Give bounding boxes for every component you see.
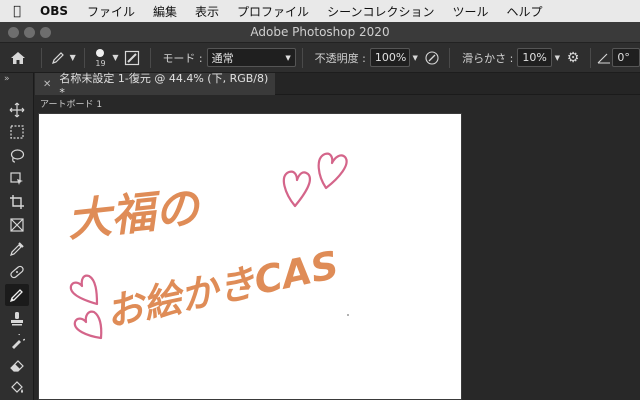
- drawing-layer: 大福の お絵かきCAS: [65, 152, 349, 340]
- history-brush-icon[interactable]: [5, 331, 29, 353]
- angle-input[interactable]: 0°: [612, 48, 640, 67]
- menubar:  OBS ファイル 編集 表示 プロファイル シーンコレクション ツール ヘル…: [0, 0, 640, 22]
- artboard-label: アートボード 1: [40, 100, 103, 110]
- chevron-down-icon[interactable]: ▼: [410, 54, 421, 62]
- angle-value: 0°: [617, 51, 630, 64]
- chevron-down-icon: ▼: [285, 53, 291, 62]
- drawing-line-2: お絵かきCAS: [102, 243, 343, 335]
- smoothing-value: 10%: [522, 51, 547, 64]
- menu-edit[interactable]: 編集: [144, 3, 186, 20]
- separator: [149, 47, 151, 68]
- separator: [83, 47, 85, 68]
- paint-bucket-icon[interactable]: [5, 377, 29, 399]
- opacity-input[interactable]: 100%: [369, 48, 410, 67]
- heart-icon: [69, 274, 99, 306]
- brush-tip-icon: [96, 48, 105, 57]
- heart-icon: [282, 170, 312, 208]
- heart-icon: [73, 310, 103, 340]
- stray-dot: [347, 314, 349, 316]
- document-tabbar: ✕ 名称未設定 1-復元 @ 44.4% (下, RGB/8) *: [35, 72, 640, 99]
- object-select-icon[interactable]: [5, 168, 29, 190]
- close-tab-icon[interactable]: ✕: [43, 79, 51, 90]
- menu-help[interactable]: ヘルプ: [497, 3, 551, 20]
- mode-value: 通常: [211, 51, 234, 65]
- workspace: アートボード 1 大福の お絵かきCAS: [35, 95, 640, 400]
- smoothing-label: 滑らかさ :: [462, 51, 514, 65]
- window-titlebar: Adobe Photoshop 2020: [0, 22, 640, 43]
- eyedropper-icon[interactable]: [5, 238, 29, 260]
- menu-app-name[interactable]: OBS: [34, 4, 78, 18]
- brush-icon[interactable]: [5, 284, 29, 306]
- opacity-label: 不透明度 :: [314, 51, 366, 65]
- crop-icon[interactable]: [5, 191, 29, 213]
- canvas[interactable]: 大福の お絵かきCAS: [38, 113, 462, 400]
- frame-icon[interactable]: [5, 214, 29, 236]
- pencil-preset-icon[interactable]: [48, 51, 67, 65]
- separator: [449, 47, 451, 68]
- options-bar: ▼ 19 ▼ モード : 通常 ▼ 不透明度 : 100% ▼ 滑らかさ : 1…: [0, 43, 640, 73]
- lasso-icon[interactable]: [5, 145, 29, 167]
- tools-panel: »: [0, 73, 34, 400]
- mode-label: モード :: [162, 51, 203, 65]
- smoothing-input[interactable]: 10%: [517, 48, 552, 67]
- drawing-line-1: 大福の: [65, 182, 205, 247]
- chevron-down-icon[interactable]: ▼: [552, 54, 563, 62]
- chevron-down-icon[interactable]: ▼: [110, 53, 121, 62]
- chevron-down-icon[interactable]: ▼: [67, 53, 78, 62]
- opacity-value: 100%: [374, 51, 407, 64]
- move-icon[interactable]: [5, 99, 29, 121]
- panel-collapse-icon[interactable]: »: [4, 74, 10, 84]
- menu-profile[interactable]: プロファイル: [228, 3, 318, 20]
- healing-brush-icon[interactable]: [5, 261, 29, 283]
- menu-view[interactable]: 表示: [186, 3, 228, 20]
- separator: [301, 47, 303, 68]
- menu-scene-collection[interactable]: シーンコレクション: [318, 3, 443, 20]
- eraser-icon[interactable]: [5, 354, 29, 376]
- gear-icon[interactable]: ⚙: [563, 50, 584, 66]
- brush-size-picker[interactable]: 19: [91, 48, 110, 68]
- window-title: Adobe Photoshop 2020: [250, 25, 390, 39]
- heart-icon: [317, 152, 348, 190]
- separator: [41, 47, 43, 68]
- separator: [589, 47, 591, 68]
- home-icon[interactable]: [0, 43, 35, 73]
- angle-icon: [597, 52, 613, 64]
- stamp-icon[interactable]: [5, 308, 29, 330]
- brush-settings-icon[interactable]: [121, 50, 144, 66]
- pressure-opacity-icon[interactable]: [420, 50, 443, 66]
- menu-file[interactable]: ファイル: [78, 3, 144, 20]
- document-tab[interactable]: ✕ 名称未設定 1-復元 @ 44.4% (下, RGB/8) *: [35, 72, 275, 99]
- marquee-icon[interactable]: [5, 121, 29, 143]
- apple-icon[interactable]: : [0, 4, 34, 19]
- menu-tools[interactable]: ツール: [443, 3, 497, 20]
- brush-size: 19: [95, 58, 106, 68]
- mode-select[interactable]: 通常 ▼: [206, 48, 296, 67]
